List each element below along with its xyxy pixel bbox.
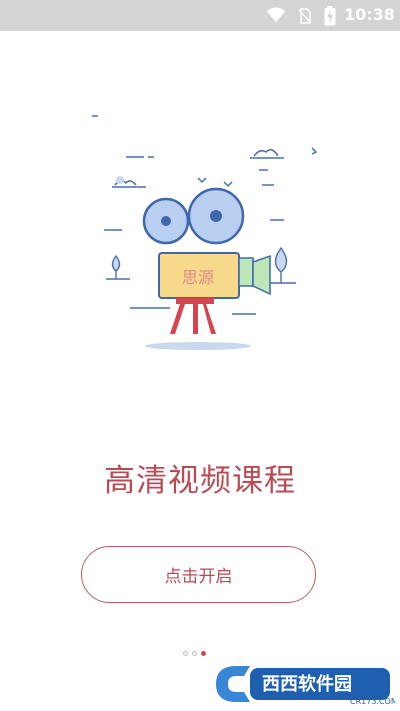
start-button[interactable]: 点击开启 (81, 546, 316, 603)
page-dot-1 (183, 651, 188, 656)
camera-label: 思源 (182, 268, 214, 287)
page-title: 高清视频课程 (104, 463, 296, 499)
status-time: 10:38 (344, 5, 395, 24)
battery-charging-icon (324, 6, 336, 26)
page-indicator (183, 651, 206, 656)
page-dot-3 (201, 651, 206, 656)
status-bar: 10:38 (0, 0, 400, 31)
cr173-watermark-logo: 西西软件园 CR173.COM (216, 666, 395, 706)
film-camera-icon: 思源 (92, 115, 318, 350)
watermark-brand: 西西软件园 (262, 673, 352, 695)
no-sim-icon (298, 8, 312, 24)
wifi-icon (266, 7, 286, 22)
watermark-domain: CR173.COM (350, 697, 395, 706)
page-dot-2 (192, 651, 197, 656)
